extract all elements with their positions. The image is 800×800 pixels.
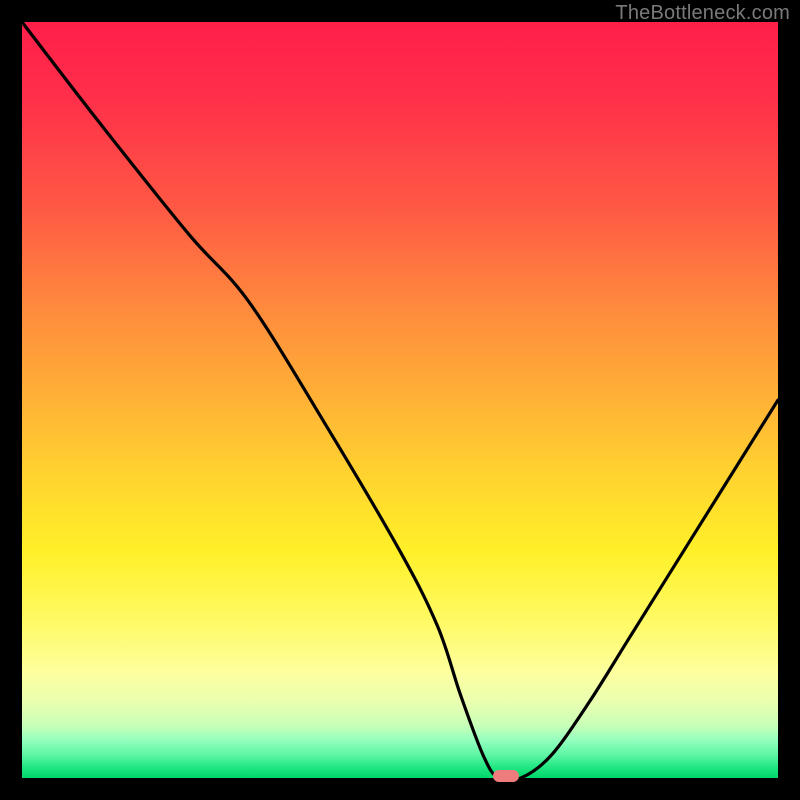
optimal-marker	[493, 770, 519, 782]
plot-area	[22, 22, 778, 778]
bottleneck-curve	[22, 22, 778, 778]
chart-frame: TheBottleneck.com	[0, 0, 800, 800]
watermark-text: TheBottleneck.com	[615, 2, 790, 25]
